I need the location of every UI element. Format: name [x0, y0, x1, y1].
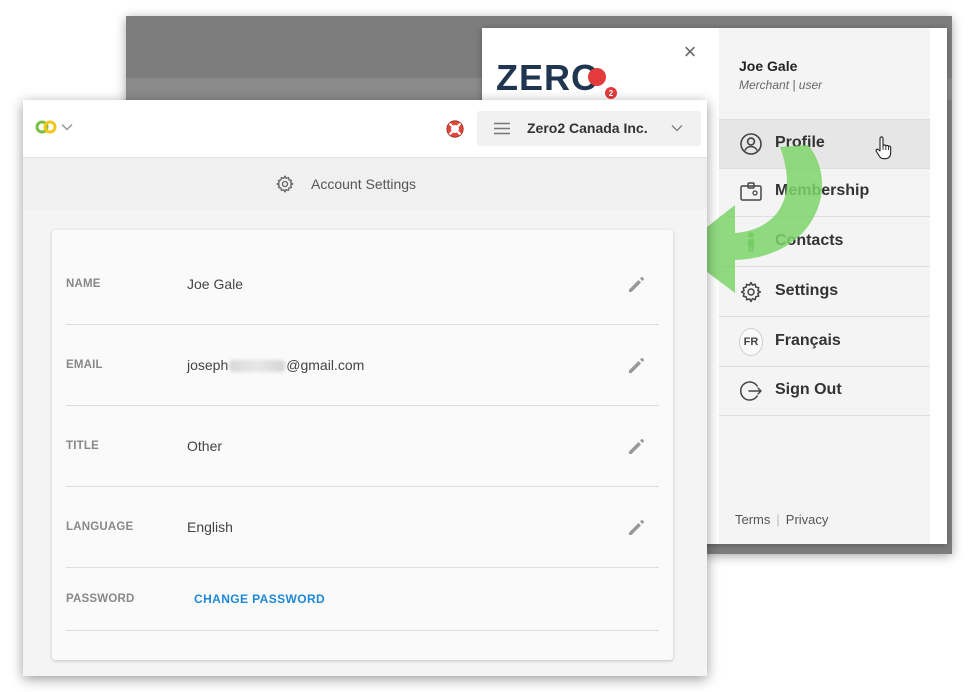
- email-suffix: @gmail.com: [286, 357, 365, 373]
- field-row-password: PASSWORD CHANGE PASSWORD: [66, 568, 659, 631]
- footer-links: Terms | Privacy: [735, 512, 828, 527]
- user-name: Joe Gale: [739, 58, 798, 74]
- organization-name: Zero2 Canada Inc.: [527, 120, 648, 136]
- chevron-down-icon: [671, 124, 683, 132]
- sign-out-icon: [739, 379, 763, 403]
- email-redacted: [229, 360, 286, 373]
- field-label: TITLE: [66, 440, 99, 452]
- zero2-logo: ZERO 2: [496, 57, 617, 99]
- brand-red-dot: [588, 68, 606, 86]
- pencil-edit-icon[interactable]: [627, 276, 645, 294]
- email-prefix: joseph: [187, 357, 229, 373]
- field-label: EMAIL: [66, 359, 103, 371]
- user-role: Merchant | user: [739, 78, 823, 92]
- account-settings-card: NAME Joe Gale EMAIL joseph @gmail.com TIT…: [52, 230, 673, 660]
- close-icon[interactable]: ×: [680, 40, 700, 64]
- app-header: Zero2 Canada Inc.: [23, 100, 707, 158]
- language-badge-icon: FR: [739, 328, 763, 356]
- field-label: NAME: [66, 278, 101, 290]
- help-lifebuoy-icon[interactable]: [445, 119, 465, 139]
- terms-link[interactable]: Terms: [735, 512, 770, 527]
- menu-item-label: Sign Out: [775, 381, 842, 398]
- menu-item-label: Français: [775, 332, 841, 349]
- app-switcher[interactable]: [35, 119, 73, 135]
- field-row-title: TITLE Other: [66, 406, 659, 487]
- chevron-down-icon: [61, 123, 73, 131]
- privacy-link[interactable]: Privacy: [786, 512, 829, 527]
- app-logo-icon: [35, 120, 57, 134]
- footer-separator: |: [776, 512, 780, 527]
- change-password-link[interactable]: CHANGE PASSWORD: [194, 592, 325, 606]
- field-label: PASSWORD: [66, 593, 135, 605]
- pencil-edit-icon[interactable]: [627, 519, 645, 537]
- hand-cursor-icon: [875, 136, 892, 160]
- field-label: LANGUAGE: [66, 521, 134, 533]
- pencil-edit-icon[interactable]: [627, 357, 645, 375]
- fr-badge: FR: [739, 328, 763, 356]
- brand-wordmark: ZERO: [496, 57, 600, 98]
- gear-icon: [276, 175, 294, 193]
- field-row-email: EMAIL joseph @gmail.com: [66, 325, 659, 406]
- field-row-language: LANGUAGE English: [66, 487, 659, 568]
- field-value-name: Joe Gale: [187, 276, 244, 292]
- page-title: Account Settings: [311, 176, 417, 192]
- pencil-edit-icon[interactable]: [627, 438, 645, 456]
- field-value-language: English: [187, 519, 233, 535]
- field-row-name: NAME Joe Gale: [66, 230, 659, 325]
- field-value-email: joseph @gmail.com: [187, 357, 364, 373]
- field-value-title: Other: [187, 438, 223, 454]
- hamburger-icon: [494, 122, 510, 135]
- app-window: Zero2 Canada Inc. Account Settings NAME …: [23, 100, 707, 676]
- menu-item-sign-out[interactable]: Sign Out: [719, 367, 930, 416]
- brand-badge-text: 2: [609, 89, 614, 98]
- page-header: Account Settings: [23, 158, 707, 210]
- organization-selector[interactable]: Zero2 Canada Inc.: [477, 111, 701, 146]
